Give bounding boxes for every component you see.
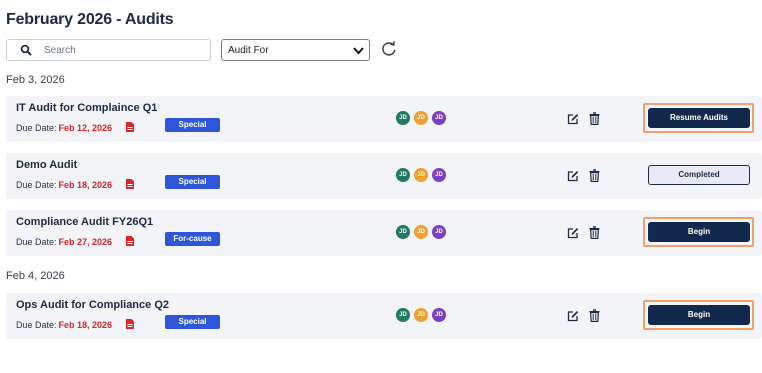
trash-icon[interactable] — [589, 169, 600, 182]
audit-type-badge: Special — [165, 175, 220, 189]
due-date-row: Due Date: Feb 27, 2026 — [16, 237, 112, 247]
due-date-value: Feb 27, 2026 — [58, 237, 113, 247]
audit-name[interactable]: Compliance Audit FY26Q1 — [16, 216, 153, 228]
refresh-icon[interactable] — [380, 40, 398, 58]
avatar[interactable]: JD — [432, 111, 446, 125]
chevron-down-icon — [353, 47, 364, 55]
begin-button[interactable]: Begin — [648, 222, 750, 242]
trash-icon[interactable] — [589, 309, 600, 322]
audit-name[interactable]: Demo Audit — [16, 159, 77, 171]
audit-type-badge: Special — [165, 315, 220, 329]
avatar[interactable]: JD — [396, 168, 410, 182]
avatar[interactable]: JD — [396, 111, 410, 125]
completed-status-button[interactable]: Completed — [648, 165, 750, 185]
due-date-value: Feb 18, 2026 — [58, 320, 113, 330]
due-date-label: Due Date: — [16, 123, 57, 133]
edit-icon[interactable] — [567, 113, 579, 125]
avatar[interactable]: JD — [432, 308, 446, 322]
avatar[interactable]: JD — [432, 225, 446, 239]
edit-icon[interactable] — [567, 170, 579, 182]
audit-type-badge: Special — [165, 118, 220, 132]
resume-audits-button[interactable]: Resume Audits — [648, 108, 750, 128]
audit-name[interactable]: Ops Audit for Compliance Q2 — [16, 299, 169, 311]
search-box[interactable] — [6, 39, 211, 61]
due-date-label: Due Date: — [16, 180, 57, 190]
avatar[interactable]: JD — [414, 225, 428, 239]
audit-for-select[interactable]: Audit For — [221, 39, 370, 61]
due-date-value: Feb 12, 2026 — [58, 123, 113, 133]
begin-button[interactable]: Begin — [648, 305, 750, 325]
trash-icon[interactable] — [589, 112, 600, 125]
audit-card: Ops Audit for Compliance Q2 Due Date: Feb… — [6, 293, 762, 339]
edit-icon[interactable] — [567, 310, 579, 322]
pdf-file-icon[interactable] — [126, 179, 134, 189]
avatar[interactable]: JD — [396, 308, 410, 322]
group-date-label: Feb 4, 2026 — [6, 270, 65, 282]
pdf-file-icon[interactable] — [126, 319, 134, 329]
audit-type-badge: For-cause — [165, 232, 220, 246]
pdf-file-icon[interactable] — [126, 236, 134, 246]
group-date-label: Feb 3, 2026 — [6, 74, 65, 86]
audit-card: Compliance Audit FY26Q1 Due Date: Feb 27,… — [6, 210, 762, 256]
due-date-row: Due Date: Feb 18, 2026 — [16, 180, 112, 190]
pdf-file-icon[interactable] — [126, 122, 134, 132]
due-date-row: Due Date: Feb 12, 2026 — [16, 123, 112, 133]
audit-card: Demo Audit Due Date: Feb 18, 2026 Special… — [6, 153, 762, 199]
due-date-value: Feb 18, 2026 — [58, 180, 113, 190]
audit-name[interactable]: IT Audit for Complaince Q1 — [16, 102, 157, 114]
edit-icon[interactable] — [567, 227, 579, 239]
due-date-row: Due Date: Feb 18, 2026 — [16, 320, 112, 330]
trash-icon[interactable] — [589, 226, 600, 239]
avatar[interactable]: JD — [414, 168, 428, 182]
page-title: February 2026 - Audits — [6, 11, 174, 28]
search-input[interactable] — [44, 42, 204, 58]
audit-for-select-value: Audit For — [228, 45, 269, 56]
audit-card: IT Audit for Complaince Q1 Due Date: Feb … — [6, 96, 762, 142]
search-icon — [20, 44, 32, 56]
avatar[interactable]: JD — [414, 308, 428, 322]
avatar[interactable]: JD — [432, 168, 446, 182]
avatar[interactable]: JD — [396, 225, 410, 239]
due-date-label: Due Date: — [16, 237, 57, 247]
avatar[interactable]: JD — [414, 111, 428, 125]
due-date-label: Due Date: — [16, 320, 57, 330]
